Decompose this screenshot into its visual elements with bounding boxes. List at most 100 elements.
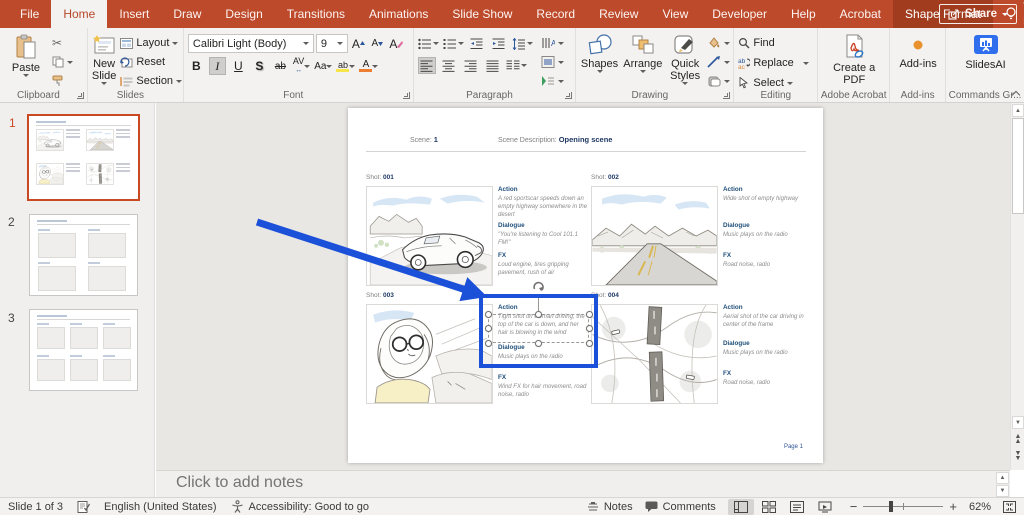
select-button[interactable]: Select <box>738 75 808 91</box>
shape-fill-button[interactable] <box>707 35 730 51</box>
notes-scroll-down-button[interactable]: ▼ <box>996 485 1009 497</box>
align-right-button[interactable] <box>462 57 480 74</box>
normal-view-button[interactable] <box>728 499 754 515</box>
text-direction-button[interactable]: A <box>541 35 564 51</box>
fit-slide-to-window-button[interactable] <box>1003 501 1016 513</box>
numbering-button[interactable] <box>443 35 464 52</box>
scroll-up-button[interactable]: ▲ <box>1012 104 1024 117</box>
section-button[interactable]: Section <box>120 73 182 89</box>
slide-editing-area[interactable]: Scene: 1 Scene Description: Opening scen… <box>348 108 823 463</box>
scene-field[interactable]: Scene: 1 <box>410 135 438 144</box>
comments-button[interactable]: Comments <box>645 501 716 513</box>
font-dialog-launcher[interactable] <box>403 92 410 99</box>
align-text-button[interactable] <box>541 54 564 70</box>
font-size-combobox[interactable]: 9 <box>316 34 348 53</box>
convert-smartart-button[interactable] <box>541 73 564 89</box>
bold-button[interactable]: B <box>188 57 205 75</box>
cut-button[interactable]: ✂ <box>52 35 73 51</box>
italic-button[interactable]: I <box>209 57 226 75</box>
slide-show-button[interactable] <box>812 499 838 515</box>
clipboard-dialog-launcher[interactable] <box>77 92 84 99</box>
notes-scrollbar[interactable]: ▲ ▼ <box>996 472 1010 498</box>
zoom-slider-thumb[interactable] <box>889 501 893 512</box>
shot-sketch-004[interactable] <box>591 304 718 404</box>
clear-formatting-button[interactable]: A <box>388 35 405 53</box>
tab-file[interactable]: File <box>8 0 51 28</box>
zoom-out-button[interactable]: − <box>850 499 858 514</box>
reading-view-button[interactable] <box>784 499 810 515</box>
tab-transitions[interactable]: Transitions <box>275 0 357 28</box>
font-name-combobox[interactable]: Calibri Light (Body) <box>188 34 314 53</box>
tab-record[interactable]: Record <box>524 0 587 28</box>
slide-sorter-view-button[interactable] <box>756 499 782 515</box>
tab-home[interactable]: Home <box>51 0 107 28</box>
layout-button[interactable]: Layout <box>120 35 182 51</box>
shot-sketch-002[interactable] <box>591 186 718 286</box>
increase-font-size-button[interactable]: A <box>350 35 367 53</box>
tab-acrobat[interactable]: Acrobat <box>828 0 893 28</box>
create-pdf-button[interactable]: Create a PDF <box>830 32 878 86</box>
zoom-in-button[interactable]: + <box>949 499 957 514</box>
shot-text-004[interactable]: ActionAerial shot of the car driving in … <box>723 304 813 404</box>
slide-canvas[interactable]: Scene: 1 Scene Description: Opening scen… <box>156 103 1010 470</box>
shapes-button[interactable]: Shapes <box>580 32 618 73</box>
share-button[interactable]: Share <box>939 4 1017 24</box>
line-spacing-button[interactable] <box>512 35 533 52</box>
tab-view[interactable]: View <box>650 0 700 28</box>
notes-toggle-button[interactable]: Notes <box>587 501 633 513</box>
decrease-indent-button[interactable] <box>468 35 486 52</box>
justify-button[interactable] <box>484 57 502 74</box>
new-slide-button[interactable]: New Slide <box>92 32 116 85</box>
bullets-button[interactable] <box>418 35 439 52</box>
spell-check-button[interactable] <box>77 500 90 513</box>
accessibility-checker[interactable]: Accessibility: Good to go <box>231 500 369 513</box>
find-button[interactable]: Find <box>738 35 808 51</box>
shape-outline-button[interactable] <box>707 54 730 70</box>
slide-indicator[interactable]: Slide 1 of 3 <box>8 501 63 513</box>
notes-placeholder[interactable]: Click to add notes <box>176 474 303 492</box>
align-center-button[interactable] <box>440 57 458 74</box>
scene-description-field[interactable]: Scene Description: Opening scene <box>498 135 612 144</box>
shot-sketch-001[interactable] <box>366 186 493 286</box>
strikethrough-button[interactable]: ab <box>272 57 289 75</box>
scrollbar-thumb[interactable] <box>1012 118 1024 214</box>
replace-button[interactable]: abacReplace <box>738 55 808 71</box>
tab-review[interactable]: Review <box>587 0 650 28</box>
decrease-font-size-button[interactable]: A <box>369 35 386 53</box>
shot-text-001[interactable]: ActionA red sportscar speeds down an emp… <box>498 186 588 286</box>
paragraph-dialog-launcher[interactable] <box>565 92 572 99</box>
scroll-down-button[interactable]: ▼ <box>1012 416 1024 429</box>
quick-styles-button[interactable]: Quick Styles <box>667 32 703 85</box>
columns-button[interactable] <box>506 57 527 74</box>
increase-indent-button[interactable] <box>490 35 508 52</box>
previous-slide-button[interactable]: ▲▲ <box>1013 434 1023 444</box>
font-color-button[interactable]: A <box>359 57 378 75</box>
zoom-slider[interactable] <box>863 506 943 507</box>
slidesai-button[interactable]: SlidesAI <box>960 32 1012 71</box>
tab-design[interactable]: Design <box>213 0 274 28</box>
shot-sketch-003[interactable] <box>366 304 493 404</box>
tab-developer[interactable]: Developer <box>700 0 779 28</box>
format-painter-button[interactable] <box>52 73 73 89</box>
addins-button[interactable]: Add-ins <box>895 32 941 70</box>
next-slide-button[interactable]: ▼▼ <box>1013 451 1023 461</box>
zoom-level[interactable]: 62% <box>969 501 991 513</box>
language-indicator[interactable]: English (United States) <box>104 501 217 513</box>
tab-insert[interactable]: Insert <box>107 0 161 28</box>
drawing-dialog-launcher[interactable] <box>723 92 730 99</box>
paste-button[interactable]: Paste <box>4 32 48 77</box>
collapse-ribbon-button[interactable] <box>1012 90 1020 98</box>
tab-animations[interactable]: Animations <box>357 0 440 28</box>
shape-effects-button[interactable] <box>707 73 730 89</box>
underline-button[interactable]: U <box>230 57 247 75</box>
tab-slide-show[interactable]: Slide Show <box>440 0 524 28</box>
reset-button[interactable]: Reset <box>120 54 182 70</box>
character-spacing-button[interactable]: AV↔ <box>293 57 310 75</box>
change-case-button[interactable]: Aa <box>314 57 332 75</box>
notes-pane[interactable]: Click to add notes ▲ ▼ <box>156 470 1010 497</box>
tab-help[interactable]: Help <box>779 0 828 28</box>
slide-thumbnail-2[interactable] <box>29 214 138 296</box>
copy-button[interactable] <box>52 54 73 70</box>
align-left-button[interactable] <box>418 57 436 74</box>
text-shadow-button[interactable]: S <box>251 57 268 75</box>
